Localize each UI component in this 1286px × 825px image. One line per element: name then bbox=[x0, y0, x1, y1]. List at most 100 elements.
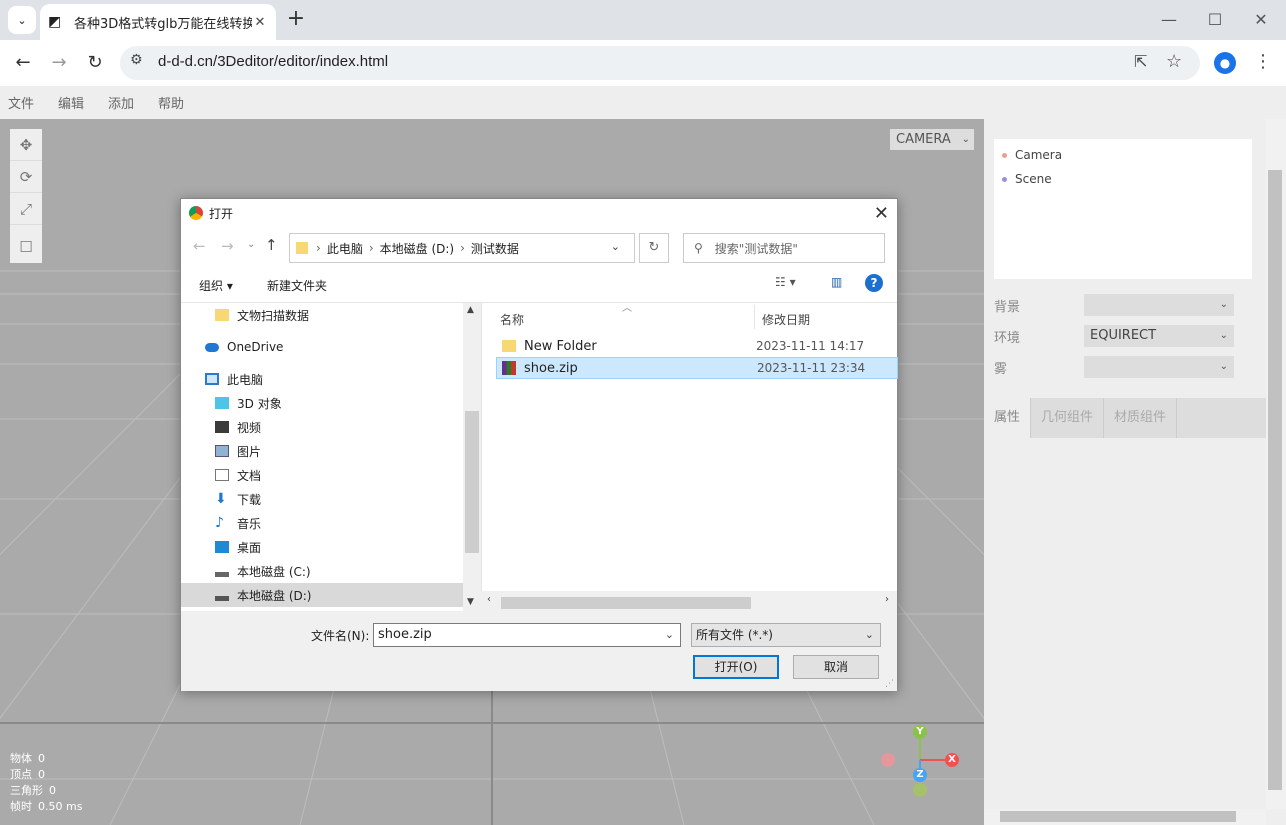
download-icon: ⬇ bbox=[215, 491, 227, 507]
outliner-item-scene[interactable]: Scene bbox=[1002, 167, 1252, 191]
scroll-up-icon[interactable]: ▲ bbox=[467, 305, 474, 315]
rotate-tool-icon[interactable]: ⟳ bbox=[10, 161, 42, 193]
nav-item-scan-data[interactable]: 文物扫描数据 bbox=[181, 303, 481, 327]
new-tab-button[interactable]: + bbox=[284, 8, 308, 32]
dialog-close-icon[interactable]: ✕ bbox=[874, 203, 889, 224]
help-icon[interactable]: ? bbox=[865, 274, 883, 292]
new-folder-button[interactable]: 新建文件夹 bbox=[267, 277, 327, 294]
nav-item-drive-c[interactable]: 本地磁盘 (C:) bbox=[181, 559, 481, 583]
file-list-scroll-thumb[interactable] bbox=[501, 597, 751, 609]
breadcrumb-test-data[interactable]: 测试数据 bbox=[471, 240, 519, 257]
nav-item-documents[interactable]: 文档 bbox=[181, 463, 481, 487]
menu-edit[interactable]: 编辑 bbox=[58, 93, 84, 112]
preview-pane-icon[interactable]: ▥ bbox=[831, 275, 842, 289]
nav-item-this-pc[interactable]: 此电脑 bbox=[181, 367, 481, 391]
kebab-menu-icon[interactable]: ⋮ bbox=[1254, 51, 1272, 72]
nav-item-downloads[interactable]: ⬇ 下载 bbox=[181, 487, 481, 511]
axis-x-handle[interactable]: X bbox=[945, 753, 959, 767]
folder-icon bbox=[215, 309, 229, 321]
nav-item-onedrive[interactable]: OneDrive bbox=[181, 335, 481, 359]
scroll-left-icon[interactable]: ‹ bbox=[487, 594, 491, 605]
nav-item-drive-d[interactable]: 本地磁盘 (D:) bbox=[181, 583, 463, 607]
breadcrumb-separator: › bbox=[316, 241, 321, 255]
folder-search-field[interactable]: ⚲ 搜索"测试数据" bbox=[683, 233, 885, 263]
organize-button[interactable]: 组织 ▾ bbox=[199, 277, 233, 294]
nav-item-videos[interactable]: 视频 bbox=[181, 415, 481, 439]
profile-avatar-icon[interactable]: ● bbox=[1214, 52, 1236, 74]
scroll-down-icon[interactable]: ▼ bbox=[467, 597, 474, 607]
nav-item-music[interactable]: ♪ 音乐 bbox=[181, 511, 481, 535]
scale-tool-icon[interactable]: ⤢ bbox=[10, 193, 42, 225]
local-space-checkbox[interactable]: ☐ bbox=[10, 231, 42, 263]
file-row-new-folder[interactable]: New Folder 2023-11-11 14:17 bbox=[496, 335, 898, 357]
url-field[interactable]: ⚙ d-d-d.cn/3Deditor/editor/index.html ⇱ … bbox=[120, 46, 1200, 80]
scene-stats: 物体 0 顶点 0 三角形 0 帧时 0.50 ms bbox=[10, 751, 82, 815]
stat-frametime-value: 0.50 ms bbox=[38, 800, 83, 813]
nav-back-icon[interactable]: ← bbox=[193, 237, 206, 255]
background-select[interactable]: ⌄ bbox=[1084, 294, 1234, 316]
open-button[interactable]: 打开(O) bbox=[693, 655, 779, 679]
breadcrumb-drive-d[interactable]: 本地磁盘 (D:) bbox=[380, 240, 454, 257]
file-row-shoe-zip[interactable]: shoe.zip 2023-11-11 23:34 bbox=[496, 357, 898, 379]
path-breadcrumb[interactable]: › 此电脑 › 本地磁盘 (D:) › 测试数据 ⌄ bbox=[289, 233, 635, 263]
filename-input[interactable]: shoe.zip ⌄ bbox=[373, 623, 681, 647]
browser-tab[interactable]: ◩ 各种3D格式转glb万能在线转换 ✕ bbox=[40, 4, 276, 40]
view-options-icon[interactable]: ☷ ▾ bbox=[775, 275, 796, 289]
nav-pane-scroll-thumb[interactable] bbox=[465, 411, 479, 553]
background-row: 背景 ⌄ bbox=[994, 293, 1252, 317]
column-name[interactable]: 名称 bbox=[500, 311, 524, 328]
menu-file[interactable]: 文件 bbox=[8, 93, 34, 112]
fog-select[interactable]: ⌄ bbox=[1084, 356, 1234, 378]
reload-button[interactable]: ↻ bbox=[82, 50, 108, 76]
page-vertical-scroll-thumb[interactable] bbox=[1268, 170, 1282, 790]
chevron-down-icon[interactable]: ⌄ bbox=[665, 624, 674, 646]
filetype-value: 所有文件 (*.*) bbox=[696, 628, 773, 642]
close-tab-icon[interactable]: ✕ bbox=[252, 15, 268, 30]
drive-icon bbox=[215, 589, 229, 601]
menu-help[interactable]: 帮助 bbox=[158, 93, 184, 112]
nav-item-pictures[interactable]: 图片 bbox=[181, 439, 481, 463]
maximize-icon[interactable]: ☐ bbox=[1200, 6, 1230, 34]
site-settings-icon[interactable]: ⚙ bbox=[130, 52, 143, 68]
minimize-icon[interactable]: — bbox=[1154, 6, 1184, 34]
menu-add[interactable]: 添加 bbox=[108, 93, 134, 112]
open-external-icon[interactable]: ⇱ bbox=[1134, 52, 1147, 71]
translate-tool-icon[interactable]: ✥ bbox=[10, 129, 42, 161]
chevron-down-icon[interactable]: ⌄ bbox=[611, 240, 620, 253]
nav-up-icon[interactable]: ↑ bbox=[265, 236, 278, 254]
outliner-item-camera[interactable]: Camera bbox=[1002, 143, 1252, 167]
sidebar-horizontal-scroll-thumb[interactable] bbox=[1000, 811, 1236, 822]
bookmark-star-icon[interactable]: ☆ bbox=[1166, 51, 1182, 72]
camera-select[interactable]: CAMERA ⌄ bbox=[890, 129, 974, 150]
column-divider[interactable] bbox=[754, 305, 755, 329]
nav-forward-icon[interactable]: → bbox=[221, 237, 234, 255]
axis-z-handle[interactable]: Z bbox=[913, 768, 927, 782]
chevron-down-icon: ⌄ bbox=[864, 628, 874, 641]
fog-label: 雾 bbox=[994, 361, 1008, 377]
refresh-button[interactable]: ↻ bbox=[639, 233, 669, 263]
scene-outliner[interactable]: Camera Scene bbox=[994, 139, 1252, 279]
filetype-select[interactable]: 所有文件 (*.*) ⌄ bbox=[691, 623, 881, 647]
scroll-right-icon[interactable]: › bbox=[885, 594, 889, 605]
nav-item-desktop[interactable]: 桌面 bbox=[181, 535, 481, 559]
recent-locations-icon[interactable]: ⌄ bbox=[247, 239, 255, 250]
column-date-modified[interactable]: 修改日期 bbox=[762, 311, 810, 328]
forward-button[interactable]: → bbox=[46, 50, 72, 76]
resize-grip-icon[interactable]: ⋰ bbox=[885, 679, 894, 689]
cancel-button[interactable]: 取消 bbox=[793, 655, 879, 679]
nav-item-3d-objects[interactable]: 3D 对象 bbox=[181, 391, 481, 415]
tab-properties[interactable]: 属性 bbox=[984, 398, 1032, 438]
tab-material[interactable]: 材质组件 bbox=[1104, 398, 1178, 438]
breadcrumb-this-pc[interactable]: 此电脑 bbox=[327, 240, 363, 257]
tab-geometry[interactable]: 几何组件 bbox=[1031, 398, 1105, 438]
environment-select[interactable]: EQUIRECT ⌄ bbox=[1084, 325, 1234, 347]
file-list-pane[interactable]: 名称 ︿ 修改日期 New Folder 2023-11-11 14:17 sh… bbox=[481, 303, 898, 611]
axis-neg-x-handle[interactable] bbox=[881, 753, 895, 767]
axis-gizmo[interactable]: Y X Z bbox=[880, 723, 960, 803]
tab-search-button[interactable]: ⌄ bbox=[8, 6, 36, 34]
axis-neg-y-handle[interactable] bbox=[913, 783, 927, 797]
axis-y-handle[interactable]: Y bbox=[913, 725, 927, 739]
window-close-icon[interactable]: ✕ bbox=[1246, 6, 1276, 34]
drive-icon bbox=[215, 565, 229, 577]
back-button[interactable]: ← bbox=[10, 50, 36, 76]
